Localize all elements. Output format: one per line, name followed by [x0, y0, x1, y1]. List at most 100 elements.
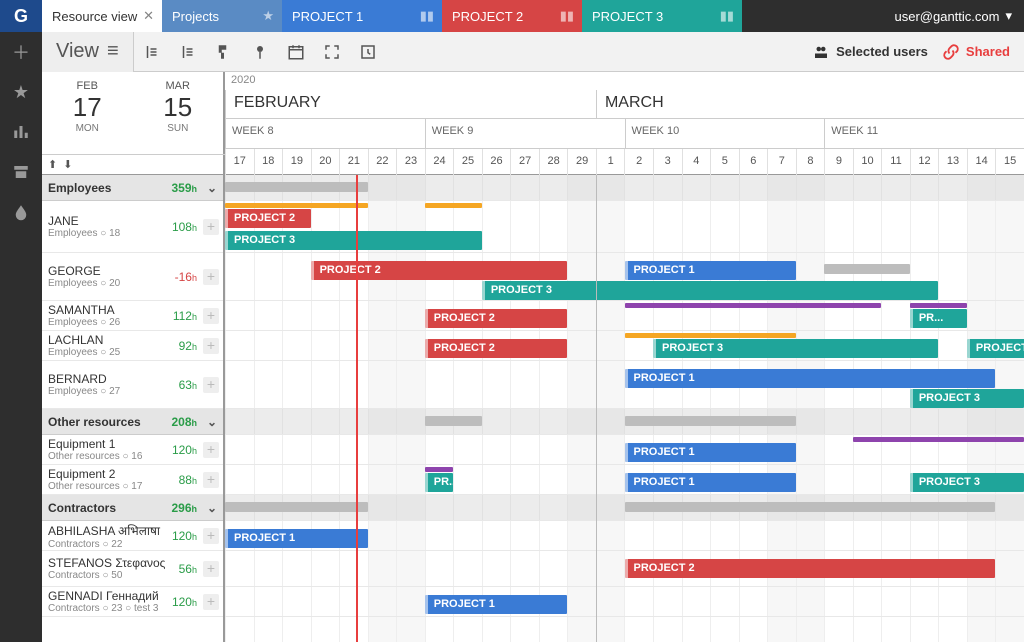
chevron-down-icon[interactable]: ⌄ [207, 181, 217, 195]
task-bar[interactable]: PROJECT 3 [967, 339, 1024, 358]
add-task-icon[interactable]: + [203, 377, 219, 393]
date-range[interactable]: FEB 17 MON MAR 15 SUN ⬆ ⬇ [42, 72, 225, 174]
task-bar[interactable] [824, 264, 910, 274]
add-task-icon[interactable]: + [203, 308, 219, 324]
task-bar[interactable]: PROJECT 1 [425, 595, 568, 614]
task-bar[interactable]: PROJECT 1 [625, 261, 796, 280]
date-end-month: MAR [133, 80, 224, 92]
group-header[interactable]: Employees359h⌄ [42, 175, 223, 201]
view-button[interactable]: View ≡ [42, 32, 134, 72]
day-label: 3 [653, 149, 682, 175]
day-label: 2 [624, 149, 653, 175]
task-bar[interactable]: PROJECT 2 [311, 261, 568, 280]
drop-icon[interactable] [0, 192, 42, 232]
resource-row[interactable]: BERNARDEmployees ○ 2763h+ [42, 361, 223, 409]
user-menu[interactable]: user@ganttic.com ▾ [883, 0, 1024, 32]
resource-row[interactable]: LACHLANEmployees ○ 2592h+ [42, 331, 223, 361]
task-bar[interactable]: PROJECT 3 [653, 339, 938, 358]
tab-project-3[interactable]: PROJECT 3 ▮▮ [582, 0, 742, 32]
task-bar[interactable] [425, 203, 482, 208]
day-label: 21 [339, 149, 368, 175]
task-bar[interactable] [425, 416, 482, 426]
fullscreen-icon[interactable] [314, 32, 350, 72]
selected-users-button[interactable]: Selected users [812, 43, 928, 61]
chevron-down-icon[interactable]: ⌄ [207, 501, 217, 515]
add-task-icon[interactable]: + [203, 269, 219, 285]
add-task-icon[interactable]: + [203, 561, 219, 577]
task-bar[interactable] [225, 203, 368, 208]
add-task-icon[interactable]: + [203, 442, 219, 458]
date-start-day: 17 [42, 92, 133, 123]
resource-row[interactable]: SAMANTHAEmployees ○ 26112h+ [42, 301, 223, 331]
task-bar[interactable] [225, 182, 368, 192]
task-bar[interactable]: PROJECT 2 [625, 559, 996, 578]
resource-row[interactable]: STEFANOS ΣτεφανοςContractors ○ 5056h+ [42, 551, 223, 587]
add-icon[interactable]: ＋ [0, 32, 42, 72]
task-bar[interactable]: PROJECT 3 [482, 281, 939, 300]
resource-row[interactable]: JANEEmployees ○ 18108h+ [42, 201, 223, 253]
resource-row[interactable]: GENNADI ГеннадийContractors ○ 23 ○ test … [42, 587, 223, 617]
add-task-icon[interactable]: + [203, 219, 219, 235]
add-task-icon[interactable]: + [203, 472, 219, 488]
task-bar[interactable]: PR.. [425, 473, 454, 492]
chart-icon[interactable] [0, 112, 42, 152]
task-bar[interactable]: PROJECT 2 [425, 339, 568, 358]
group-hours: 359h [171, 181, 197, 195]
task-bar[interactable]: PROJECT 3 [910, 389, 1024, 408]
task-bar[interactable]: PROJECT 3 [910, 473, 1024, 492]
pin-icon[interactable] [242, 32, 278, 72]
year-label: 2020 [231, 74, 255, 86]
group-hours: 296h [171, 501, 197, 515]
star-icon[interactable]: ★ [262, 8, 274, 24]
resource-hours: 108h [172, 220, 197, 234]
tab-project-1[interactable]: PROJECT 1 ▮▮ [282, 0, 442, 32]
resource-row[interactable]: Equipment 1Other resources ○ 16120h+ [42, 435, 223, 465]
resource-hours: 56h [179, 562, 197, 576]
day-label: 24 [425, 149, 454, 175]
resource-row[interactable]: Equipment 2Other resources ○ 1788h+ [42, 465, 223, 495]
close-icon[interactable]: ✕ [143, 8, 154, 24]
task-bar[interactable]: PROJECT 1 [225, 529, 368, 548]
timeline-scale[interactable]: 2020 FEBRUARYMARCH WEEK 8WEEK 9WEEK 10WE… [225, 72, 1024, 174]
task-bar[interactable] [625, 502, 996, 512]
task-bar[interactable]: PROJECT 1 [625, 443, 796, 462]
task-bar[interactable]: PR... [910, 309, 967, 328]
tab-resource-view[interactable]: Resource view ✕ [42, 0, 162, 32]
expand-icon[interactable] [134, 32, 170, 72]
toolbar: View ≡ Selected users Shared [42, 32, 1024, 72]
task-bar[interactable]: PROJECT 3 [225, 231, 482, 250]
resource-row[interactable]: ABHILASHA अभिलाषाContractors ○ 22120h+ [42, 521, 223, 551]
task-bar[interactable] [853, 437, 1024, 442]
chevron-down-icon[interactable]: ⌄ [207, 415, 217, 429]
task-bar[interactable]: PROJECT 1 [625, 473, 796, 492]
task-bar[interactable]: PROJECT 2 [225, 209, 311, 228]
group-header[interactable]: Other resources208h⌄ [42, 409, 223, 435]
app-logo[interactable]: G [0, 0, 42, 32]
timeline-canvas[interactable]: PROJECT 2PROJECT 3PROJECT 2PROJECT 1PROJ… [225, 175, 1024, 642]
sort-desc-icon[interactable]: ⬇ [63, 158, 72, 171]
star-icon[interactable]: ★ [0, 72, 42, 112]
task-bar[interactable] [910, 303, 967, 308]
task-bar[interactable] [225, 502, 368, 512]
task-bar[interactable]: PROJECT 1 [625, 369, 996, 388]
paint-icon[interactable] [206, 32, 242, 72]
add-task-icon[interactable]: + [203, 528, 219, 544]
task-bar[interactable] [625, 303, 882, 308]
task-bar[interactable]: PROJECT 2 [425, 309, 568, 328]
task-bar[interactable] [625, 416, 796, 426]
tab-projects[interactable]: Projects ★ [162, 0, 282, 32]
collapse-icon[interactable] [170, 32, 206, 72]
tab-project-2[interactable]: PROJECT 2 ▮▮ [442, 0, 582, 32]
add-task-icon[interactable]: + [203, 338, 219, 354]
history-icon[interactable] [350, 32, 386, 72]
selected-users-label: Selected users [836, 44, 928, 59]
task-bar[interactable] [625, 333, 796, 338]
sort-asc-icon[interactable]: ⬆ [48, 158, 57, 171]
shared-button[interactable]: Shared [942, 43, 1010, 61]
group-header[interactable]: Contractors296h⌄ [42, 495, 223, 521]
task-bar[interactable] [425, 467, 454, 472]
archive-icon[interactable] [0, 152, 42, 192]
calendar-icon[interactable] [278, 32, 314, 72]
add-task-icon[interactable]: + [203, 594, 219, 610]
resource-row[interactable]: GEORGEEmployees ○ 20-16h+ [42, 253, 223, 301]
